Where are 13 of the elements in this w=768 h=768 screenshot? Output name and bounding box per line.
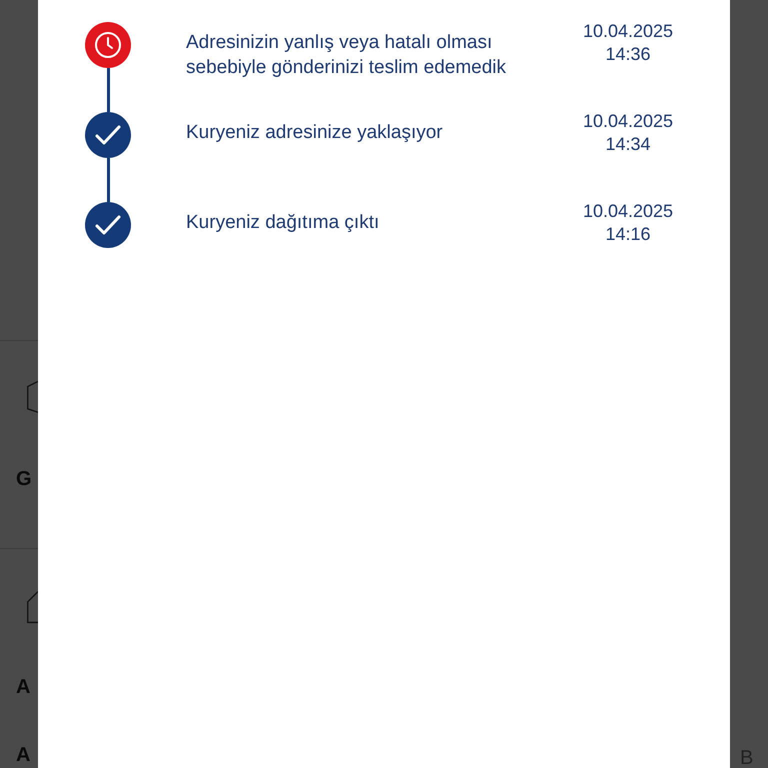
status-message: Kuryeniz dağıtıma çıktı — [186, 211, 380, 235]
background-letter: A — [16, 745, 30, 765]
clock-icon — [85, 22, 131, 68]
status-date: 10.04.2025 — [582, 110, 674, 133]
status-date: 10.04.2025 — [582, 20, 674, 43]
background-letter: G — [16, 469, 32, 489]
status-time: 14:36 — [605, 43, 651, 66]
status-date: 10.04.2025 — [582, 200, 674, 223]
status-message: Adresinizin yanlış veya hatalı olması sebebiyle gönderinizi teslim edemedik — [186, 31, 508, 80]
status-message: Kuryeniz adresinize yaklaşıyor — [186, 121, 444, 145]
status-time: 14:34 — [605, 133, 651, 156]
status-time: 14:16 — [605, 223, 651, 246]
background-letter: A — [16, 677, 30, 697]
